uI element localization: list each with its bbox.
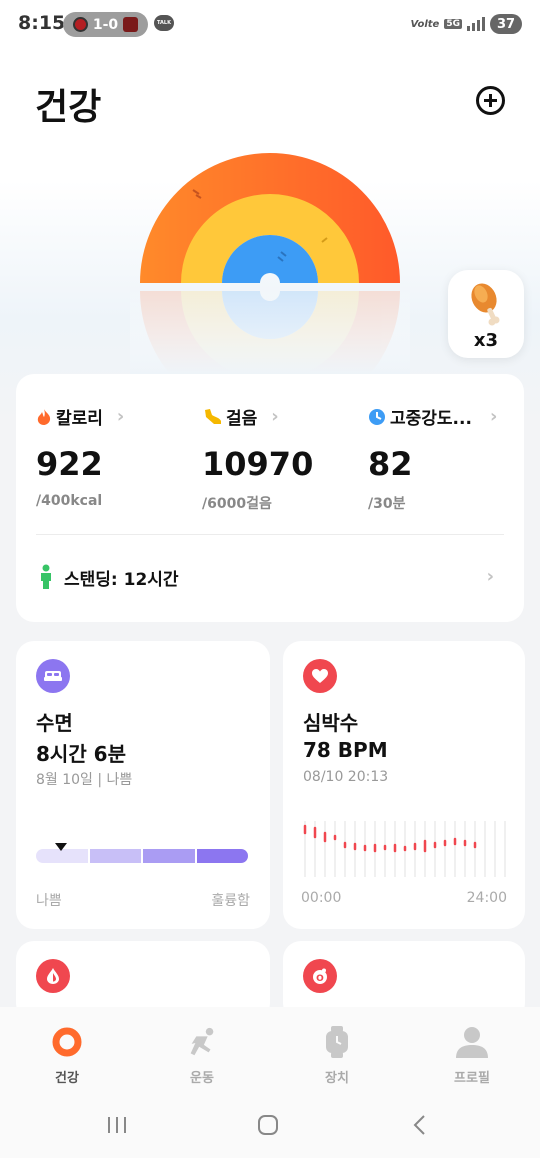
intensity-metric[interactable]: 고중강도... › 82 /30분 [368,404,497,513]
calorie-value: 922 [36,445,103,483]
standing-row[interactable]: 스탠딩: 12시간 [38,564,179,590]
steps-label: 걸음 [226,409,258,429]
standing-label: 스탠딩: 12시간 [64,569,179,590]
chevron-right-icon: › [489,406,498,427]
steps-goal: /6000걸음 [202,496,272,512]
network-5g-icon: 5G [444,19,462,29]
calorie-label: 칼로리 [56,409,103,429]
score-text: 1-0 [92,16,119,33]
team-logo-icon [72,17,88,32]
volte-icon: Volte [410,18,440,30]
nav-tab-workout[interactable]: 운동 [157,1025,247,1086]
home-icon[interactable] [248,1110,288,1140]
signal-icon [467,17,485,31]
sleep-value: 8시간 6분 [36,742,126,766]
add-icon[interactable] [476,86,505,115]
nav-tab-profile[interactable]: 프로필 [427,1025,517,1086]
heart-rate-card[interactable]: 심박수 78 BPM 08/10 20:13 00:00 24:00 [283,641,525,929]
status-bar: 8:15 1-0 TALK Volte 5G 37 [0,0,540,48]
intensity-label: 고중강도... [390,409,472,429]
flame-icon [37,408,51,425]
sleep-axis-left: 나쁨 [36,893,62,909]
health-screen: 8:15 1-0 TALK Volte 5G 37 건강 x3 칼로리 › 92… [0,0,540,1158]
sleep-title: 수면 [36,711,73,735]
intensity-goal: /30분 [368,496,406,512]
status-indicators: Volte 5G 37 [410,14,522,34]
sleep-axis-right: 훌륭함 [211,893,250,909]
runner-icon [185,1025,219,1059]
chevron-right-icon[interactable]: › [487,566,494,587]
nav-tab-health[interactable]: 건강 [22,1025,112,1086]
reward-badge[interactable]: x3 [448,270,524,358]
heart-axis-left: 00:00 [301,890,342,906]
oxygen-icon: O [303,959,337,993]
intensity-value: 82 [368,445,413,483]
nav-label-device: 장치 [325,1071,349,1086]
sleep-sub: 8월 10일 | 나쁨 [36,772,133,788]
clock-icon [369,408,385,425]
heart-icon [303,659,337,693]
steps-metric[interactable]: 걸음 › 10970 /6000걸음 [202,404,313,513]
heart-axis-right: 24:00 [466,890,507,906]
recent-apps-icon[interactable] [97,1110,137,1140]
score-notification: 1-0 [63,12,148,37]
system-navigation [0,1100,540,1150]
page-title: 건강 [35,87,102,128]
divider [36,534,504,535]
sleep-quality-bar [36,849,248,863]
heart-rate-sparkline [303,821,506,877]
bed-icon [36,659,70,693]
steps-value: 10970 [202,445,314,483]
status-time: 8:15 [18,12,66,34]
heart-sub: 08/10 20:13 [303,769,389,785]
calorie-metric[interactable]: 칼로리 › 922 /400kcal [36,404,124,509]
sleep-card[interactable]: 수면 8시간 6분 8월 10일 | 나쁨 나쁨 훌륭함 [16,641,270,929]
standing-person-icon [41,564,51,589]
battery-icon: 37 [490,14,522,34]
drumstick-icon [471,283,500,326]
heart-value: 78 BPM [303,738,388,762]
activity-summary-card: 칼로리 › 922 /400kcal 걸음 › 10970 /6000걸음 고중… [16,374,524,622]
svg-text:O: O [316,974,324,984]
sleep-quality-marker [55,843,68,851]
talk-icon: TALK [154,15,174,31]
shoe-icon [205,408,221,424]
nav-label-health: 건강 [55,1071,79,1086]
nav-label-workout: 운동 [190,1071,214,1086]
nav-label-profile: 프로필 [454,1071,490,1086]
activity-rings[interactable] [130,145,410,375]
watch-icon [320,1025,354,1059]
calorie-goal: /400kcal [36,493,103,509]
drop-icon [36,959,70,993]
chevron-right-icon: › [271,406,279,427]
heart-title: 심박수 [303,711,359,735]
back-icon[interactable] [400,1110,440,1140]
person-icon [455,1025,489,1059]
nav-tab-device[interactable]: 장치 [292,1025,382,1086]
chevron-right-icon: › [116,406,125,427]
team-logo-icon [123,17,139,32]
health-ring-icon [50,1025,84,1059]
reward-count: x3 [473,330,499,351]
